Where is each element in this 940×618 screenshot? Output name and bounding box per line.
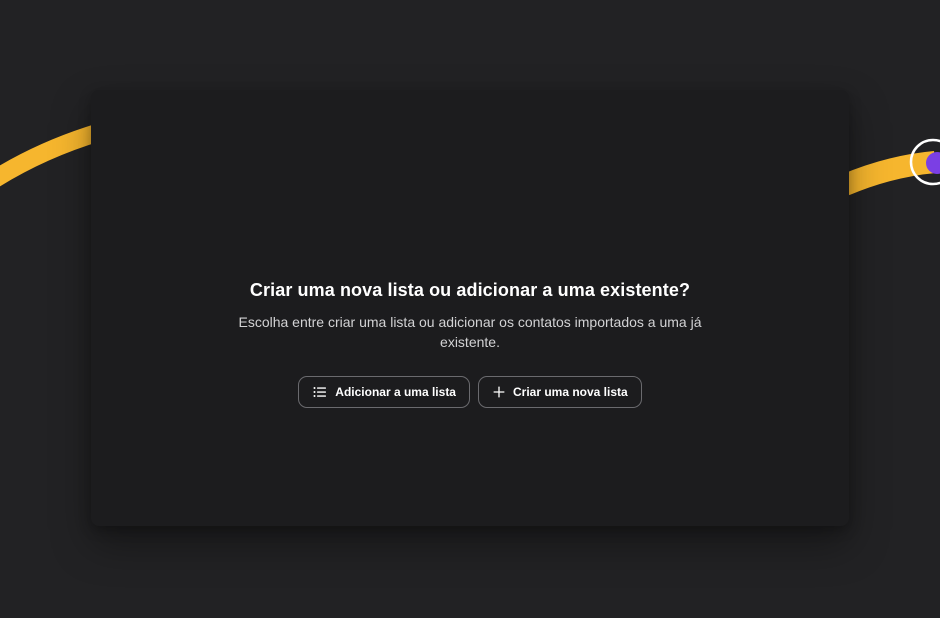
dialog-subtitle: Escolha entre criar uma lista ou adicion…	[238, 314, 702, 350]
plus-icon	[493, 386, 505, 398]
add-to-list-button[interactable]: Adicionar a uma lista	[298, 376, 470, 408]
create-new-list-label: Criar uma nova lista	[512, 385, 628, 399]
page: Criar uma nova lista ou adicionar a uma …	[0, 0, 940, 618]
add-to-list-label: Adicionar a uma lista	[335, 385, 456, 399]
left-yellow-curve	[0, 123, 103, 187]
list-icon	[313, 387, 327, 397]
import-choice-dialog: Criar uma nova lista ou adicionar a uma …	[91, 90, 849, 526]
create-new-list-button[interactable]: Criar uma nova lista	[477, 376, 642, 408]
dialog-content: Criar uma nova lista ou adicionar a uma …	[91, 278, 849, 408]
dialog-actions: Adicionar a uma lista Criar uma nova lis…	[91, 376, 849, 408]
dialog-title: Criar uma nova lista ou adicionar a uma …	[249, 280, 691, 300]
